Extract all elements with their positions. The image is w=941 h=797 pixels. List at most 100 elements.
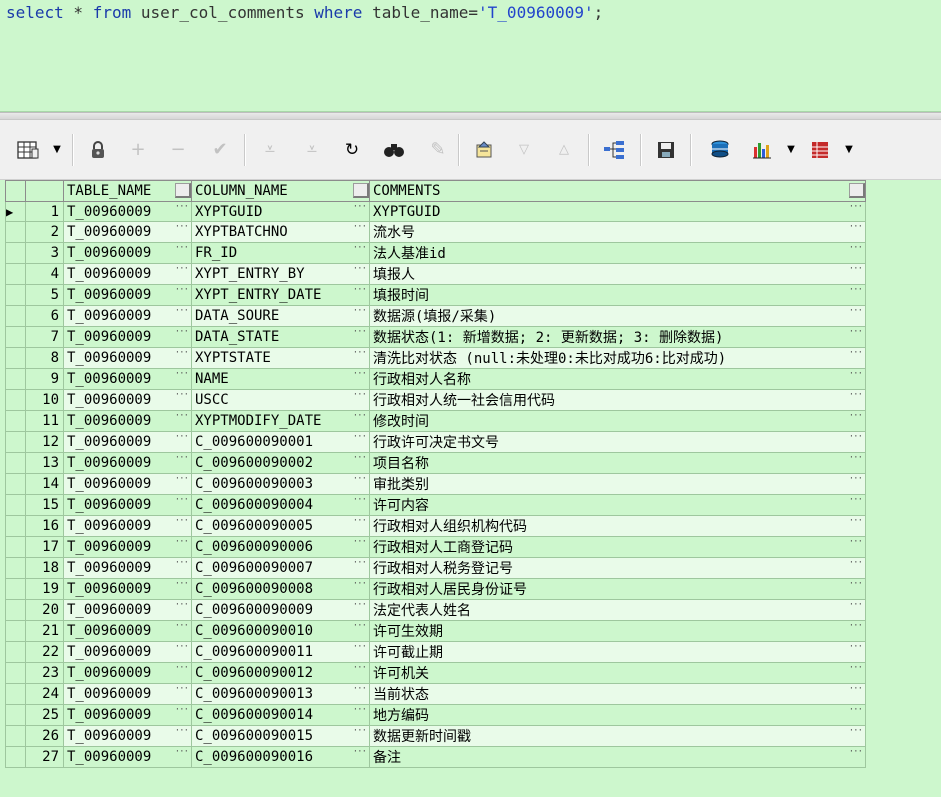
cell-column-name[interactable]: C_009600090004 ··· — [191, 494, 370, 516]
cell-comments[interactable]: 审批类别 ··· — [369, 473, 866, 495]
cell-comments[interactable]: 行政相对人工商登记码 ··· — [369, 536, 866, 558]
find-icon[interactable] — [380, 136, 408, 164]
explain-plan-icon[interactable] — [600, 136, 628, 164]
cell-editor-button[interactable]: ··· — [849, 748, 863, 758]
cell-editor-button[interactable]: ··· — [849, 559, 863, 569]
row-indicator[interactable] — [5, 431, 26, 453]
cell-column-name[interactable]: C_009600090001 ··· — [191, 431, 370, 453]
cell-table-name[interactable]: T_00960009 ··· — [63, 326, 192, 348]
table-row[interactable]: 3 T_00960009 ··· FR_ID ··· 法人基准id ··· — [5, 242, 866, 264]
cell-table-name[interactable]: T_00960009 ··· — [63, 284, 192, 306]
cell-table-name[interactable]: T_00960009 ··· — [63, 725, 192, 747]
cell-table-name[interactable]: T_00960009 ··· — [63, 557, 192, 579]
cell-editor-button[interactable]: ··· — [175, 433, 189, 443]
cell-editor-button[interactable]: ··· — [353, 643, 367, 653]
cell-comments[interactable]: 清洗比对状态 (null:未处理0:未比对成功6:比对成功) ··· — [369, 347, 866, 369]
row-number[interactable]: 13 — [25, 452, 64, 474]
table-row[interactable]: 15 T_00960009 ··· C_009600090004 ··· 许可内容 ··· — [5, 494, 866, 516]
cell-editor-button[interactable]: ··· — [353, 203, 367, 213]
table-row[interactable]: 6 T_00960009 ··· DATA_SOURE ··· 数据源(填报/采集) ··· — [5, 305, 866, 327]
dropdown-arrow-icon[interactable]: ▼ — [844, 136, 854, 164]
row-indicator[interactable] — [5, 347, 26, 369]
cell-editor-button[interactable]: ··· — [175, 328, 189, 338]
row-indicator[interactable] — [5, 746, 26, 768]
row-number[interactable]: 8 — [25, 347, 64, 369]
cell-comments[interactable]: 许可截止期 ··· — [369, 641, 866, 663]
cell-editor-button[interactable]: ··· — [353, 391, 367, 401]
cell-editor-button[interactable]: ··· — [849, 349, 863, 359]
sql-statement[interactable]: select * from user_col_comments where ta… — [6, 3, 603, 23]
row-number[interactable]: 12 — [25, 431, 64, 453]
cell-comments[interactable]: 许可生效期 ··· — [369, 620, 866, 642]
row-indicator[interactable] — [5, 284, 26, 306]
row-number[interactable]: 1 — [25, 201, 64, 222]
row-number[interactable]: 27 — [25, 746, 64, 768]
cell-comments[interactable]: 流水号 ··· — [369, 221, 866, 243]
table-row[interactable]: 19 T_00960009 ··· C_009600090008 ··· 行政相对人居民身… — [5, 578, 866, 600]
grid-view-icon[interactable] — [14, 136, 42, 164]
sql-editor[interactable]: select * from user_col_comments where ta… — [0, 0, 941, 112]
cell-column-name[interactable]: C_009600090003 ··· — [191, 473, 370, 495]
cell-editor-button[interactable]: ··· — [849, 265, 863, 275]
grid-corner[interactable] — [5, 180, 26, 202]
row-indicator[interactable] — [5, 326, 26, 348]
cell-table-name[interactable]: T_00960009 ··· — [63, 389, 192, 411]
cell-comments[interactable]: 行政相对人组织机构代码 ··· — [369, 515, 866, 537]
cell-editor-button[interactable]: ··· — [175, 475, 189, 485]
cell-editor-button[interactable]: ··· — [849, 412, 863, 422]
cell-editor-button[interactable]: ··· — [849, 307, 863, 317]
cell-column-name[interactable]: XYPTGUID ··· — [191, 201, 370, 222]
row-number[interactable]: 15 — [25, 494, 64, 516]
cell-comments[interactable]: 许可机关 ··· — [369, 662, 866, 684]
column-header-button[interactable] — [175, 183, 191, 198]
cell-comments[interactable]: 填报时间 ··· — [369, 284, 866, 306]
row-indicator[interactable] — [5, 725, 26, 747]
cell-editor-button[interactable]: ··· — [353, 748, 367, 758]
cell-table-name[interactable]: T_00960009 ··· — [63, 305, 192, 327]
cell-editor-button[interactable]: ··· — [175, 265, 189, 275]
cell-editor-button[interactable]: ··· — [353, 664, 367, 674]
cell-editor-button[interactable]: ··· — [175, 203, 189, 213]
cell-editor-button[interactable]: ··· — [849, 517, 863, 527]
column-header-comments[interactable]: COMMENTS — [369, 180, 866, 202]
row-indicator[interactable] — [5, 263, 26, 285]
cell-editor-button[interactable]: ··· — [353, 727, 367, 737]
cell-editor-button[interactable]: ··· — [353, 685, 367, 695]
cell-column-name[interactable]: C_009600090016 ··· — [191, 746, 370, 768]
cell-column-name[interactable]: C_009600090012 ··· — [191, 662, 370, 684]
row-number[interactable]: 24 — [25, 683, 64, 705]
row-number[interactable]: 11 — [25, 410, 64, 432]
column-header-button[interactable] — [849, 183, 865, 198]
cell-editor-button[interactable]: ··· — [849, 727, 863, 737]
cell-table-name[interactable]: T_00960009 ··· — [63, 536, 192, 558]
cell-column-name[interactable]: NAME ··· — [191, 368, 370, 390]
cell-editor-button[interactable]: ··· — [849, 370, 863, 380]
row-number[interactable]: 7 — [25, 326, 64, 348]
row-indicator[interactable] — [5, 242, 26, 264]
table-row[interactable]: 2 T_00960009 ··· XYPTBATCHNO ··· 流水号 ··· — [5, 221, 866, 243]
column-header-button[interactable] — [353, 183, 369, 198]
cell-table-name[interactable]: T_00960009 ··· — [63, 221, 192, 243]
row-indicator[interactable] — [5, 221, 26, 243]
cell-column-name[interactable]: XYPTSTATE ··· — [191, 347, 370, 369]
cell-editor-button[interactable]: ··· — [353, 349, 367, 359]
cell-comments[interactable]: 填报人 ··· — [369, 263, 866, 285]
cell-table-name[interactable]: T_00960009 ··· — [63, 452, 192, 474]
cell-editor-button[interactable]: ··· — [849, 391, 863, 401]
table-row[interactable]: 11 T_00960009 ··· XYPTMODIFY_DATE ··· 修改时间 ··· — [5, 410, 866, 432]
table-row[interactable]: 20 T_00960009 ··· C_009600090009 ··· 法定代表人姓名 ·… — [5, 599, 866, 621]
table-row[interactable]: 13 T_00960009 ··· C_009600090002 ··· 项目名称 ··· — [5, 452, 866, 474]
cell-comments[interactable]: 行政许可决定书文号 ··· — [369, 431, 866, 453]
row-indicator[interactable] — [5, 662, 26, 684]
cell-editor-button[interactable]: ··· — [353, 622, 367, 632]
query-by-example-icon[interactable]: ⩡ — [256, 136, 284, 164]
dropdown-arrow-icon[interactable]: ▼ — [52, 136, 62, 164]
cell-column-name[interactable]: C_009600090015 ··· — [191, 725, 370, 747]
row-number[interactable]: 17 — [25, 536, 64, 558]
cell-editor-button[interactable]: ··· — [175, 643, 189, 653]
table-row[interactable]: 14 T_00960009 ··· C_009600090003 ··· 审批类别 ··· — [5, 473, 866, 495]
cell-column-name[interactable]: XYPT_ENTRY_DATE ··· — [191, 284, 370, 306]
dropdown-arrow-icon[interactable]: ▼ — [786, 136, 796, 164]
row-number[interactable]: 23 — [25, 662, 64, 684]
table-row[interactable]: 17 T_00960009 ··· C_009600090006 ··· 行政相对人工商登… — [5, 536, 866, 558]
